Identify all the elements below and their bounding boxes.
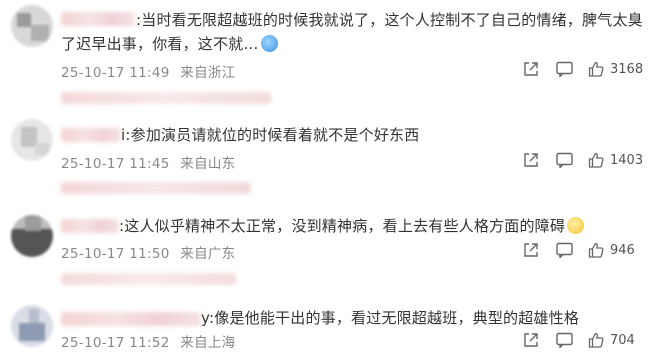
share-button[interactable] [523, 242, 539, 258]
thumbs-up-icon [588, 152, 604, 168]
like-count: 3168 [610, 61, 644, 77]
comment-text: y:像是他能干出的事，看过无限超越班，典型的超雄性格 [61, 306, 651, 330]
share-icon [524, 62, 538, 76]
comment-icon [556, 332, 573, 348]
location: 来自浙江 [180, 65, 236, 81]
like-count: 1403 [610, 152, 644, 168]
like-button[interactable]: 704 [588, 332, 635, 348]
share-button[interactable] [523, 61, 539, 77]
timestamp: 25-10-17 11:45 [61, 156, 170, 172]
comment-button[interactable] [556, 242, 573, 258]
comment-text: :当时看无限超越班的时候我就说了，这个人控制不了自己的情绪，脾气太臭了迟早出事，… [61, 8, 651, 56]
thinking-emoji-icon [567, 217, 585, 234]
location: 来自山东 [180, 156, 236, 172]
timestamp: 25-10-17 11:50 [61, 246, 170, 262]
comment-item: i:参加演员请就位的时候看着就不是个好东西 25-10-17 11:45 来自山… [0, 112, 660, 194]
comment-icon [556, 242, 573, 258]
comment-item: :这人似乎精神不太正常，没到精神病，看上去有些人格方面的障碍 25-10-17 … [0, 210, 660, 290]
blurred-reply [61, 273, 236, 285]
comment-meta: 25-10-17 11:49 来自浙江 [61, 61, 235, 81]
timestamp: 25-10-17 11:52 [61, 335, 170, 351]
share-icon [524, 333, 538, 347]
like-button[interactable]: 3168 [588, 61, 643, 77]
comment-text: i:参加演员请就位的时候看着就不是个好东西 [61, 123, 651, 147]
location: 来自上海 [180, 335, 236, 351]
comment-body: i:参加演员请就位的时候看着就不是个好东西 [121, 126, 420, 144]
avatar[interactable] [11, 5, 53, 47]
comment-body: :当时看无限超越班的时候我就说了，这个人控制不了自己的情绪，脾气太臭了迟早出事，… [61, 11, 643, 53]
blurred-reply [61, 182, 251, 194]
comment-icon [556, 61, 573, 77]
share-icon [524, 153, 538, 167]
comment-button[interactable] [556, 152, 573, 168]
comment-meta: 25-10-17 11:45 来自山东 [61, 152, 235, 172]
like-button[interactable]: 946 [588, 242, 635, 258]
avatar[interactable] [11, 305, 53, 347]
like-count: 704 [610, 332, 635, 348]
avatar[interactable] [11, 215, 53, 257]
comment-icon [556, 152, 573, 168]
share-button[interactable] [523, 152, 539, 168]
sweat-emoji-icon [260, 35, 278, 52]
comment-meta: 25-10-17 11:50 来自广东 [61, 242, 235, 262]
comment-button[interactable] [556, 61, 573, 77]
comment-text: :这人似乎精神不太正常，没到精神病，看上去有些人格方面的障碍 [61, 214, 651, 238]
share-button[interactable] [523, 332, 539, 348]
location: 来自广东 [180, 246, 236, 262]
timestamp: 25-10-17 11:49 [61, 65, 170, 81]
like-button[interactable]: 1403 [588, 152, 643, 168]
comment-item: y:像是他能干出的事，看过无限超越班，典型的超雄性格 25-10-17 11:5… [0, 300, 660, 356]
comment-body: y:像是他能干出的事，看过无限超越班，典型的超雄性格 [201, 309, 580, 327]
thumbs-up-icon [588, 61, 604, 77]
comment-item: :当时看无限超越班的时候我就说了，这个人控制不了自己的情绪，脾气太臭了迟早出事，… [0, 0, 660, 104]
comment-button[interactable] [556, 332, 573, 348]
comment-body: :这人似乎精神不太正常，没到精神病，看上去有些人格方面的障碍 [119, 217, 566, 235]
thumbs-up-icon [588, 332, 604, 348]
share-icon [524, 243, 538, 257]
avatar[interactable] [11, 119, 53, 161]
blurred-reply [61, 92, 271, 104]
thumbs-up-icon [588, 242, 604, 258]
like-count: 946 [610, 242, 635, 258]
comment-meta: 25-10-17 11:52 来自上海 [61, 331, 235, 351]
